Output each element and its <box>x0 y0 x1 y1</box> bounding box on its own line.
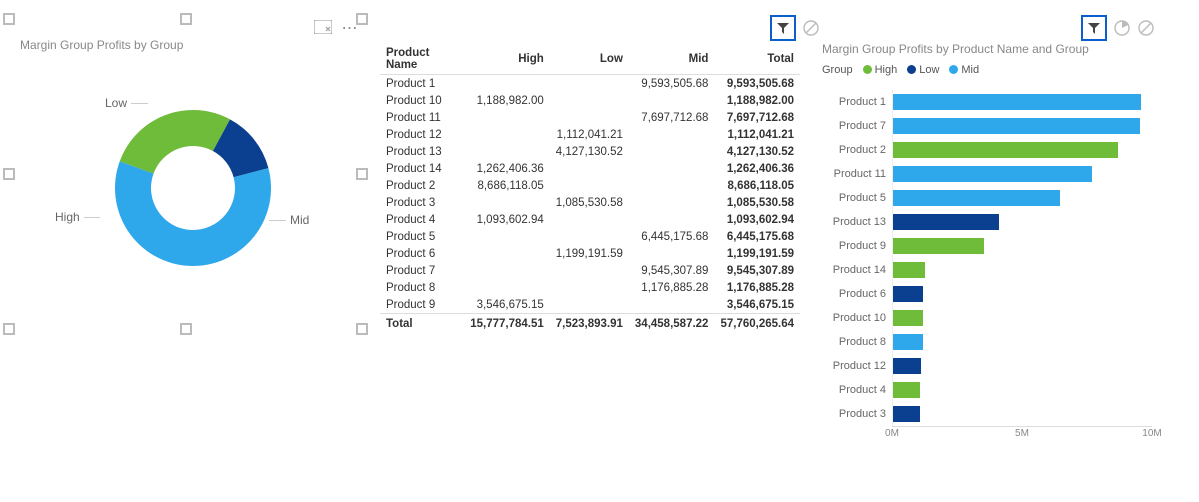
bar-rect[interactable] <box>892 238 984 254</box>
bar-row[interactable]: Product 12 <box>822 354 1152 378</box>
bar-row[interactable]: Product 14 <box>822 258 1152 282</box>
bar-legend: Group High Low Mid <box>822 64 979 76</box>
bar-rect[interactable] <box>892 310 923 326</box>
table-row[interactable]: Product 61,199,191.591,199,191.59 <box>380 245 800 262</box>
col-total[interactable]: Total <box>714 44 800 75</box>
bar-row[interactable]: Product 1 <box>822 90 1152 114</box>
bar-rect[interactable] <box>892 406 920 422</box>
bar-row[interactable]: Product 3 <box>822 402 1152 426</box>
highlight-icon[interactable] <box>1113 19 1131 37</box>
bar-row[interactable]: Product 13 <box>822 210 1152 234</box>
bar-ylabel: Product 7 <box>822 120 892 132</box>
donut-label-mid: Mid <box>290 213 309 227</box>
bar-ylabel: Product 4 <box>822 384 892 396</box>
bar-ylabel: Product 1 <box>822 96 892 108</box>
bar-row[interactable]: Product 11 <box>822 162 1152 186</box>
no-interaction-icon[interactable] <box>1137 19 1155 37</box>
bar-ylabel: Product 8 <box>822 336 892 348</box>
legend-group-label: Group <box>822 64 853 76</box>
table-row[interactable]: Product 28,686,118.058,686,118.05 <box>380 177 800 194</box>
more-options-icon[interactable]: ⋯ <box>340 22 359 36</box>
donut-visual[interactable]: ⋯ Margin Group Profits by Group High Low… <box>8 18 363 330</box>
bar-ylabel: Product 13 <box>822 216 892 228</box>
bar-rect[interactable] <box>892 286 923 302</box>
table-visual[interactable]: Product NameHighLowMidTotal Product 19,5… <box>380 18 800 333</box>
table-row[interactable]: Product 56,445,175.686,445,175.68 <box>380 228 800 245</box>
col-low[interactable]: Low <box>550 44 629 75</box>
table-row[interactable]: Product 79,545,307.899,545,307.89 <box>380 262 800 279</box>
table-row[interactable]: Product 31,085,530.581,085,530.58 <box>380 194 800 211</box>
bar-ylabel: Product 9 <box>822 240 892 252</box>
table-row[interactable]: Product 117,697,712.687,697,712.68 <box>380 109 800 126</box>
bar-ylabel: Product 2 <box>822 144 892 156</box>
bar-rect[interactable] <box>892 214 999 230</box>
donut-slice-high[interactable] <box>120 110 230 174</box>
axis-tick: 5M <box>1015 428 1029 439</box>
table-row[interactable]: Product 121,112,041.211,112,041.21 <box>380 126 800 143</box>
bar-row[interactable]: Product 8 <box>822 330 1152 354</box>
bar-row[interactable]: Product 5 <box>822 186 1152 210</box>
bar-rect[interactable] <box>892 382 920 398</box>
donut-title: Margin Group Profits by Group <box>20 38 183 52</box>
filter-icon[interactable] <box>1081 15 1107 41</box>
bar-rect[interactable] <box>892 190 1060 206</box>
bar-row[interactable]: Product 7 <box>822 114 1152 138</box>
bar-rect[interactable] <box>892 94 1141 110</box>
col-name[interactable]: Product Name <box>380 44 464 75</box>
bar-rect[interactable] <box>892 118 1140 134</box>
bar-row[interactable]: Product 4 <box>822 378 1152 402</box>
bar-ylabel: Product 10 <box>822 312 892 324</box>
table-row[interactable]: Product 93,546,675.153,546,675.15 <box>380 296 800 314</box>
table-row[interactable]: Product 19,593,505.689,593,505.68 <box>380 75 800 93</box>
bar-title: Margin Group Profits by Product Name and… <box>822 42 1089 56</box>
bar-chart[interactable]: Product 1 Product 7 Product 2 Product 11 Pro… <box>822 90 1152 451</box>
bar-rect[interactable] <box>892 142 1118 158</box>
col-high[interactable]: High <box>464 44 550 75</box>
bar-ylabel: Product 3 <box>822 408 892 420</box>
bar-rect[interactable] <box>892 262 925 278</box>
donut-label-high: High <box>55 210 80 224</box>
axis-tick: 10M <box>1142 428 1161 439</box>
total-row: Total15,777,784.517,523,893.9134,458,587… <box>380 314 800 333</box>
bar-rect[interactable] <box>892 334 923 350</box>
bar-rect[interactable] <box>892 358 921 374</box>
bar-ylabel: Product 14 <box>822 264 892 276</box>
donut-label-low: Low <box>105 96 127 110</box>
table-row[interactable]: Product 134,127,130.524,127,130.52 <box>380 143 800 160</box>
bar-row[interactable]: Product 2 <box>822 138 1152 162</box>
donut-chart[interactable] <box>93 88 293 288</box>
bar-ylabel: Product 5 <box>822 192 892 204</box>
focus-mode-icon[interactable] <box>314 20 332 37</box>
table-row[interactable]: Product 41,093,602.941,093,602.94 <box>380 211 800 228</box>
bar-row[interactable]: Product 6 <box>822 282 1152 306</box>
bar-row[interactable]: Product 10 <box>822 306 1152 330</box>
axis-tick: 0M <box>885 428 899 439</box>
table-row[interactable]: Product 101,188,982.001,188,982.00 <box>380 92 800 109</box>
bar-ylabel: Product 12 <box>822 360 892 372</box>
data-table: Product NameHighLowMidTotal Product 19,5… <box>380 44 800 333</box>
bar-ylabel: Product 6 <box>822 288 892 300</box>
table-row[interactable]: Product 141,262,406.361,262,406.36 <box>380 160 800 177</box>
bar-ylabel: Product 11 <box>822 168 892 180</box>
filter-icon[interactable] <box>770 15 796 41</box>
table-row[interactable]: Product 81,176,885.281,176,885.28 <box>380 279 800 296</box>
donut-slice-mid[interactable] <box>115 161 271 266</box>
bar-row[interactable]: Product 9 <box>822 234 1152 258</box>
bar-rect[interactable] <box>892 166 1092 182</box>
report-canvas: ⋯ Margin Group Profits by Group High Low… <box>0 0 1199 502</box>
no-interaction-icon[interactable] <box>802 19 820 37</box>
col-mid[interactable]: Mid <box>629 44 715 75</box>
